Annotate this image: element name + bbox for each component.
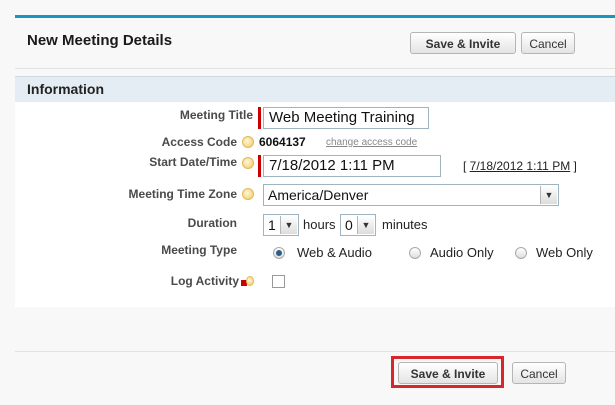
duration-label: Duration	[187, 216, 237, 230]
meeting-type-label: Meeting Type	[161, 243, 237, 257]
meeting-time-zone-label: Meeting Time Zone	[128, 187, 237, 201]
radio-web-only[interactable]	[515, 247, 527, 259]
log-activity-checkbox[interactable]	[272, 275, 285, 288]
panel-header: New Meeting Details Save & Invite Cancel	[15, 18, 615, 69]
bottom-cancel-button[interactable]: Cancel	[512, 362, 566, 384]
minutes-label: minutes	[382, 217, 428, 232]
log-activity-label: Log Activity	[170, 274, 239, 288]
section-title: Information	[27, 81, 104, 97]
bottom-save-invite-button[interactable]: Save & Invite	[398, 362, 498, 384]
duration-hours-select[interactable]: 1 ▼	[263, 214, 299, 236]
information-section-header: Information	[15, 76, 615, 103]
radio-web-only-label: Web Only	[536, 245, 593, 260]
duration-minutes-select[interactable]: 0 ▼	[340, 214, 376, 236]
bracket-open: [	[463, 159, 470, 173]
top-cancel-button[interactable]: Cancel	[521, 32, 575, 54]
duration-hours-value: 1	[268, 217, 276, 233]
help-bubble-icon[interactable]	[242, 157, 254, 169]
radio-audio-only[interactable]	[409, 247, 421, 259]
top-save-invite-button[interactable]: Save & Invite	[410, 32, 516, 54]
duration-minutes-value: 0	[345, 217, 353, 233]
meeting-title-label: Meeting Title	[179, 108, 253, 122]
radio-web-audio-label: Web & Audio	[297, 245, 372, 260]
access-code-label: Access Code	[161, 135, 237, 149]
today-date-link[interactable]: 7/18/2012 1:11 PM	[470, 159, 571, 173]
chevron-down-icon[interactable]: ▼	[540, 186, 557, 204]
chevron-down-icon[interactable]: ▼	[280, 216, 297, 234]
radio-audio-only-label: Audio Only	[430, 245, 494, 260]
meeting-title-input[interactable]: Web Meeting Training	[263, 107, 429, 129]
start-date-time-label: Start Date/Time	[149, 155, 237, 169]
radio-web-audio[interactable]	[273, 247, 285, 259]
help-bubble-icon[interactable]	[242, 188, 254, 200]
required-indicator	[258, 107, 261, 129]
start-date-time-input[interactable]: 7/18/2012 1:11 PM	[263, 155, 441, 177]
time-zone-value: America/Denver	[268, 187, 369, 203]
page-title: New Meeting Details	[27, 32, 173, 49]
help-bubble-icon[interactable]	[246, 276, 254, 286]
hours-label: hours	[303, 217, 336, 232]
chevron-down-icon[interactable]: ▼	[357, 216, 374, 234]
change-access-code-link[interactable]: change access code	[326, 137, 417, 148]
help-bubble-icon[interactable]	[242, 136, 254, 148]
bracket-close: ]	[570, 159, 577, 173]
required-indicator	[258, 155, 261, 177]
meeting-details-panel: New Meeting Details Save & Invite Cancel…	[15, 15, 615, 394]
information-form: Meeting Title Web Meeting Training Acces…	[15, 102, 615, 307]
access-code-value: 6064137	[259, 135, 306, 149]
time-zone-select[interactable]: America/Denver ▼	[263, 184, 559, 206]
start-date-shortcut: [ 7/18/2012 1:11 PM ]	[463, 159, 577, 173]
